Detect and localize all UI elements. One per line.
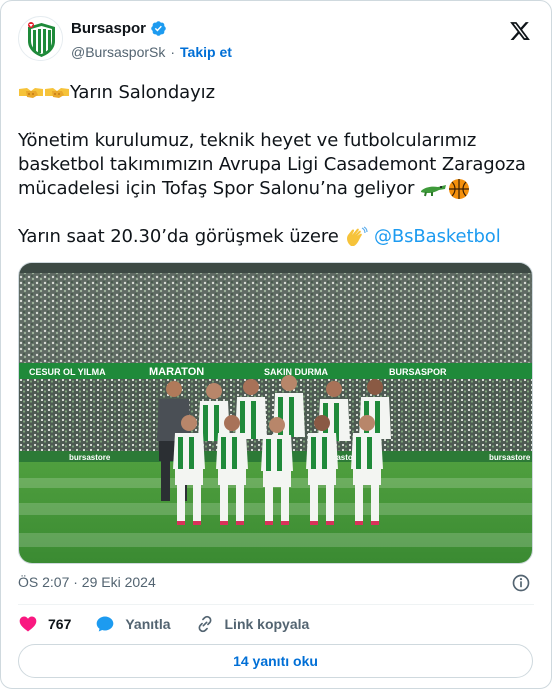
tweet-text: Yarın Salondayız Yönetim kurulumuz, tekn… [18,81,538,249]
handshake-icon [45,88,69,98]
separator-dot: · [170,44,176,60]
tweet-timestamp[interactable]: ÖS 2:07 · 29 Eki 2024 [18,574,156,590]
tweet-media-photo[interactable]: CESUR OL YILMA MARATON SAKIN DURMA BURSA… [18,262,533,564]
x-logo-icon[interactable] [509,20,531,42]
ad-board-1: bursastore [69,453,111,462]
handshake-icon [19,88,43,98]
link-icon [198,615,211,633]
handle-row: @BursasporSk · Takip et [71,44,232,60]
tweet-line-1: Yarın Salondayız [18,81,538,105]
read-replies-button[interactable]: 14 yanıtı oku [18,644,533,678]
tweet-line-5: Yarın saat 20.30’da görüşmek üzere @BsBa… [18,225,538,249]
tweet-card: Bursaspor @BursasporSk · Takip et Yarın … [0,0,552,689]
verified-badge-icon [151,21,166,36]
team-photo: CESUR OL YILMA MARATON SAKIN DURMA BURSA… [19,263,532,563]
banner-text-3: SAKIN DURMA [264,367,328,377]
info-icon[interactable] [511,573,531,593]
banner-text-2: MARATON [149,366,204,378]
divider [18,604,534,605]
crocodile-icon [420,185,446,197]
tweet-line-5-text: Yarın saat 20.30’da görüşmek üzere [18,226,339,247]
tweet-line-3: basketbol takımımızın Avrupa Ligi Casade… [18,154,526,175]
reply-label: Yanıtla [125,616,171,632]
banner-text-1: CESUR OL YILMA [29,367,106,377]
reply-bubble-icon [97,616,114,632]
tweet-line-4-text: mücadelesi için Tofaş Spor Salonu’na gel… [18,178,415,199]
banner-text-4: BURSASPOR [389,367,447,377]
heart-icon [19,616,37,632]
account-avatar[interactable] [18,16,63,61]
like-count: 767 [48,616,72,632]
tweet-line-2: Yönetim kurulumuz, teknik heyet ve futbo… [18,130,477,151]
waving-hand-icon [347,226,368,246]
copy-link-label: Link kopyala [224,616,310,632]
reply-button[interactable]: Yanıtla [95,614,171,634]
bursaspor-logo-icon [19,17,62,60]
follow-button[interactable]: Takip et [180,44,232,60]
copy-link-button[interactable]: Link kopyala [195,614,310,634]
tweet-title: Yarın Salondayız [70,82,215,103]
account-handle[interactable]: @BursasporSk [71,44,165,60]
basketball-icon [448,179,469,199]
action-bar: 767 Yanıtla Link kopyala [18,614,333,634]
account-name-row: Bursaspor [71,20,167,37]
mention-link[interactable]: @BsBasketbol [374,226,501,247]
like-button[interactable]: 767 [18,614,71,634]
tweet-line-4: mücadelesi için Tofaş Spor Salonu’na gel… [18,177,538,201]
ad-board-3: bursastore [489,453,531,462]
account-name[interactable]: Bursaspor [71,20,146,37]
